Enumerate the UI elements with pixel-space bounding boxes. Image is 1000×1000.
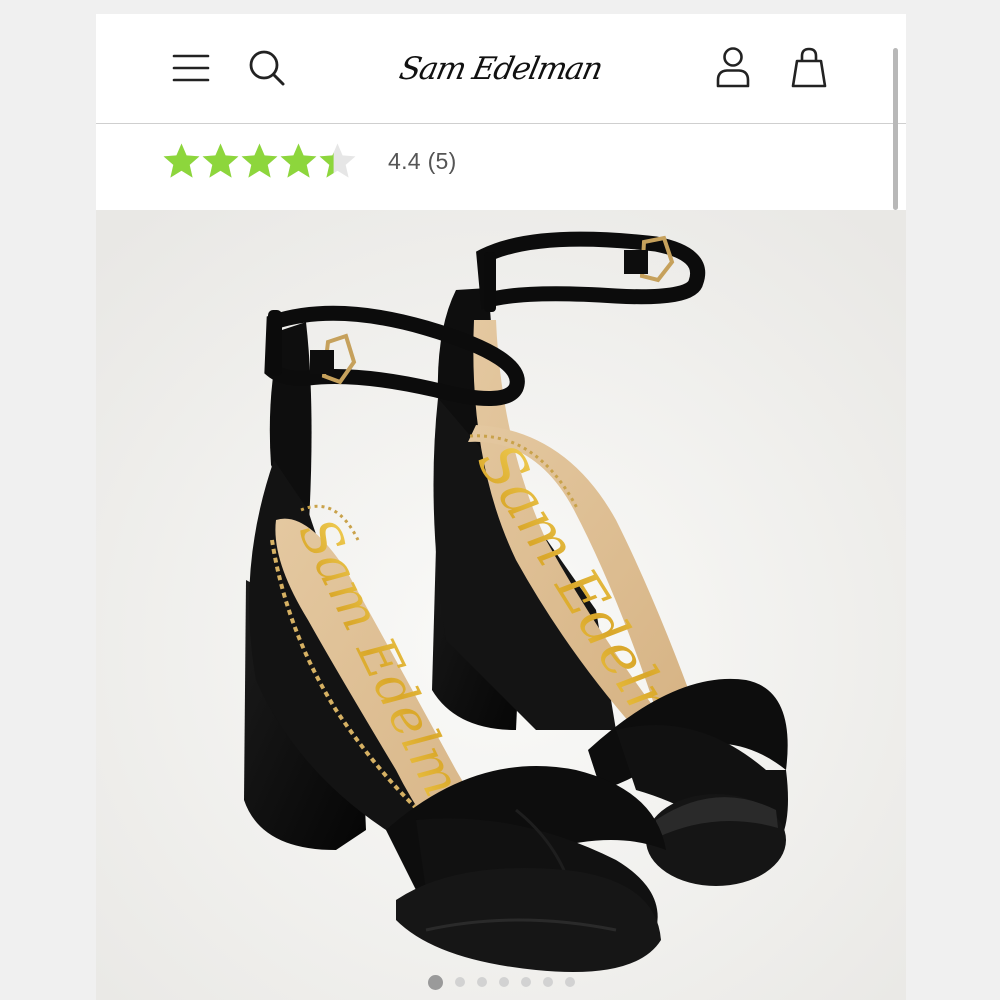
hamburger-menu-icon — [172, 54, 210, 82]
product-image: Sam Edelman Sam Edelman — [96, 210, 906, 1000]
product-image-gallery[interactable]: Sam Edelman Sam Edelman — [96, 210, 906, 1000]
mobile-page: Sam Edelman 4.4 (5) Sam Edelman Sam Edel… — [96, 14, 906, 1000]
carousel-dot[interactable] — [498, 977, 509, 987]
carousel-dot[interactable] — [454, 977, 465, 987]
brand-logo-text: Sam Edelman — [396, 51, 606, 87]
shopping-bag-icon — [791, 47, 827, 88]
shopping-bag-button[interactable] — [786, 44, 832, 90]
menu-button[interactable] — [168, 48, 214, 88]
rating-stars — [162, 141, 358, 181]
carousel-dot[interactable] — [542, 977, 553, 987]
brand-logo[interactable]: Sam Edelman — [396, 36, 606, 102]
star-icon — [319, 143, 356, 178]
search-icon — [249, 50, 285, 86]
carousel-dot[interactable] — [564, 977, 575, 987]
carousel-dots — [96, 975, 906, 990]
product-rating[interactable]: 4.4 (5) — [162, 140, 457, 182]
account-button[interactable] — [710, 44, 756, 90]
carousel-dot[interactable] — [476, 977, 487, 987]
star-icon — [241, 143, 278, 178]
carousel-dot[interactable] — [520, 977, 531, 987]
star-icon — [280, 143, 317, 178]
star-icon — [202, 143, 239, 178]
scrollbar[interactable] — [893, 48, 898, 210]
site-header: Sam Edelman — [96, 14, 906, 124]
carousel-dot[interactable] — [427, 975, 443, 990]
user-account-icon — [716, 47, 750, 88]
rating-text: 4.4 (5) — [388, 147, 457, 174]
search-button[interactable] — [244, 46, 290, 90]
star-icon — [163, 143, 200, 178]
